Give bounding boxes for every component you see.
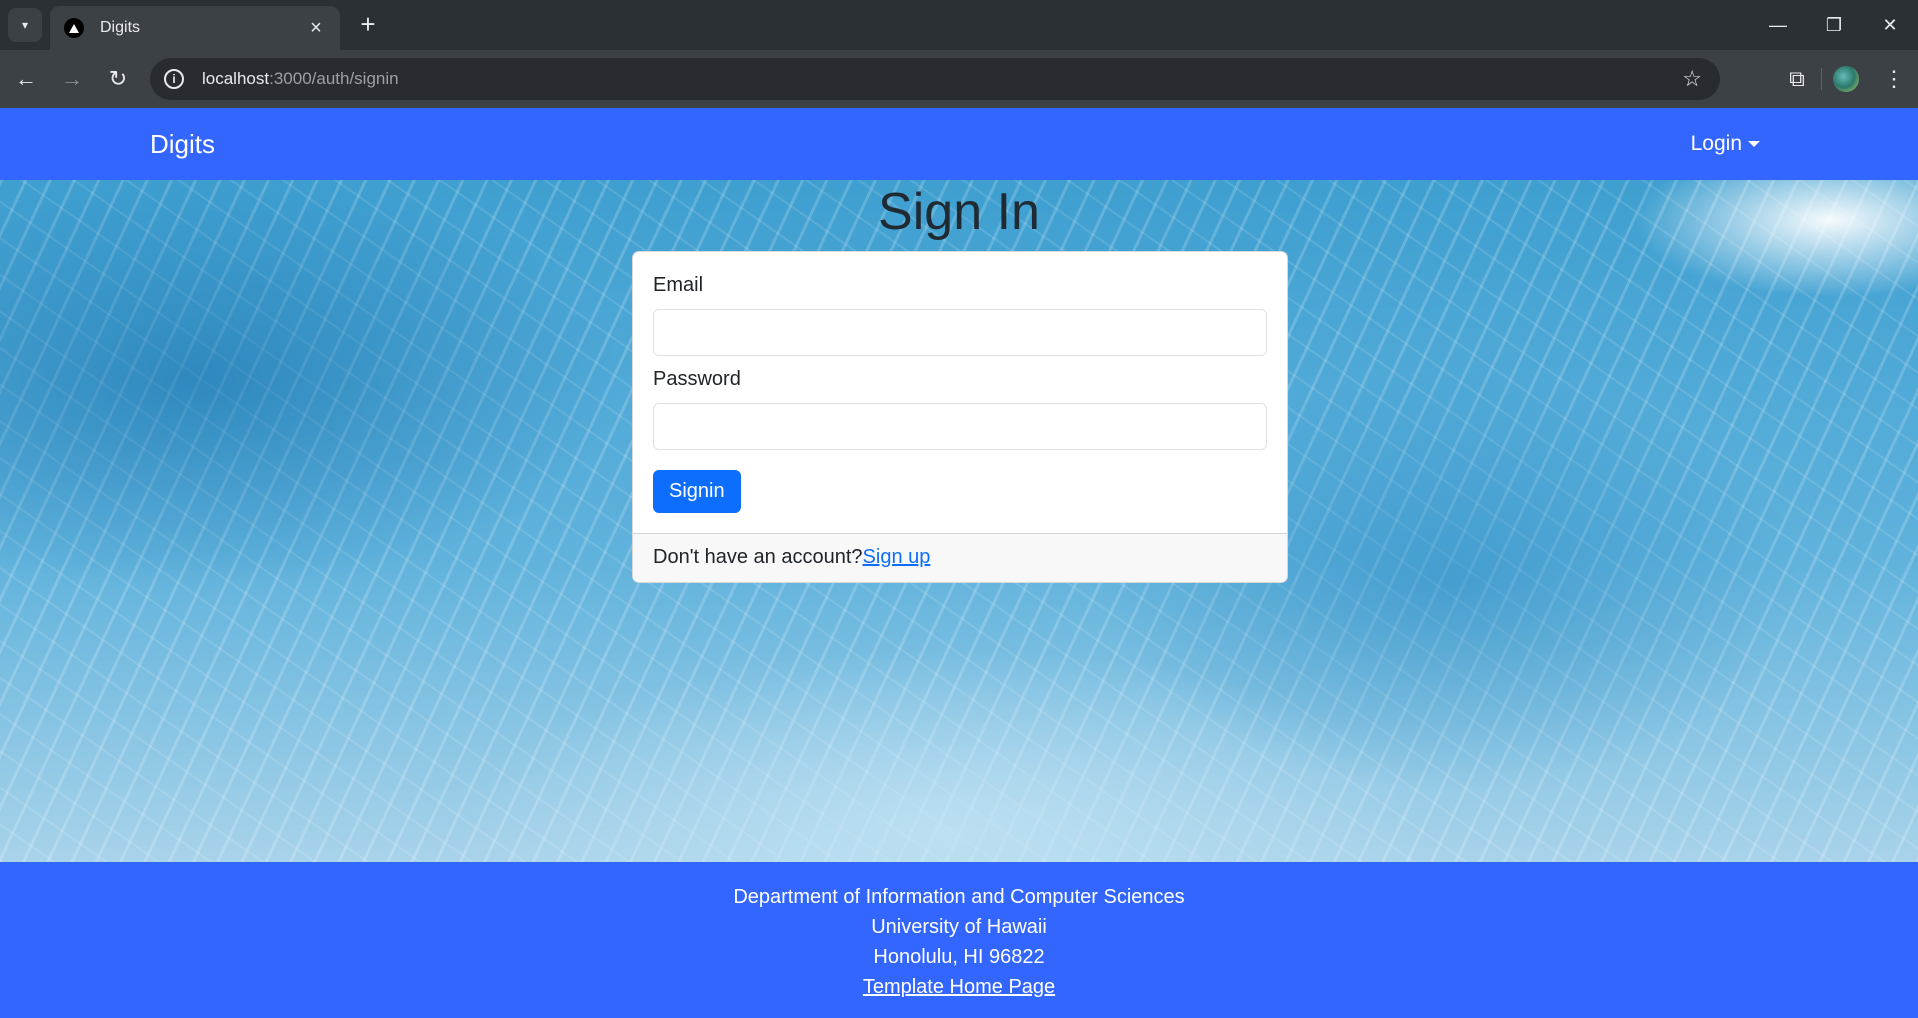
page-title: Sign In (878, 183, 1040, 241)
password-label: Password (653, 368, 741, 390)
login-dropdown[interactable]: Login (1691, 132, 1760, 156)
tab-title: Digits (100, 19, 141, 36)
signin-form: Email Password Signin (633, 252, 1287, 533)
window-close-icon[interactable]: ✕ (1862, 0, 1918, 50)
toolbar-divider (1821, 68, 1822, 90)
footer-university: University of Hawaii (871, 916, 1047, 938)
no-account-text: Don't have an account? (653, 546, 863, 568)
email-field[interactable] (653, 309, 1267, 356)
site-info-icon[interactable]: i (164, 69, 184, 89)
toolbar-right: ⧉ ⋮ (1773, 50, 1918, 108)
window-controls: — ❐ ✕ (1750, 0, 1918, 50)
bookmark-star-icon[interactable]: ☆ (1682, 66, 1702, 92)
email-label: Email (653, 274, 704, 296)
url-path: :3000/auth/signin (269, 69, 399, 88)
tab-search-chevron-icon[interactable]: ▾ (8, 8, 42, 42)
extensions-icon[interactable]: ⧉ (1773, 66, 1821, 92)
browser-tabbar: ▾ Digits × + — ❐ ✕ (0, 0, 1918, 50)
profile-avatar[interactable] (1833, 66, 1859, 92)
favicon-icon (64, 18, 84, 38)
reload-icon[interactable]: ↻ (98, 59, 138, 99)
caret-down-icon (1748, 141, 1760, 147)
password-field[interactable] (653, 403, 1267, 450)
footer-department: Department of Information and Computer S… (733, 886, 1185, 908)
forward-icon[interactable]: → (52, 59, 92, 99)
page-footer: Department of Information and Computer S… (0, 862, 1918, 1018)
browser-toolbar: ← → ↻ i localhost:3000/auth/signin ☆ ⧉ ⋮ (0, 50, 1918, 108)
close-icon[interactable]: × (306, 17, 326, 40)
url-text: localhost:3000/auth/signin (202, 69, 399, 89)
browser-tab[interactable]: Digits × (50, 6, 340, 50)
signin-card-footer: Don't have an account?Sign up (633, 533, 1287, 582)
signin-card: Email Password Signin Don't have an acco… (632, 251, 1288, 583)
signup-link[interactable]: Sign up (863, 546, 931, 568)
minimize-icon[interactable]: — (1750, 0, 1806, 50)
url-host: localhost (202, 69, 270, 88)
back-icon[interactable]: ← (6, 59, 46, 99)
footer-address: Honolulu, HI 96822 (873, 946, 1045, 968)
template-home-link[interactable]: Template Home Page (863, 976, 1055, 998)
menu-kebab-icon[interactable]: ⋮ (1870, 66, 1918, 92)
login-label: Login (1690, 132, 1742, 155)
new-tab-icon[interactable]: + (352, 9, 384, 41)
address-bar[interactable]: i localhost:3000/auth/signin ☆ (150, 58, 1720, 100)
app-navbar: Digits Login (0, 108, 1918, 180)
main-content: Sign In Email Password Signin Don't have… (0, 180, 1918, 862)
brand-link[interactable]: Digits (150, 129, 215, 160)
signin-button[interactable]: Signin (653, 470, 741, 513)
restore-icon[interactable]: ❐ (1806, 0, 1862, 50)
